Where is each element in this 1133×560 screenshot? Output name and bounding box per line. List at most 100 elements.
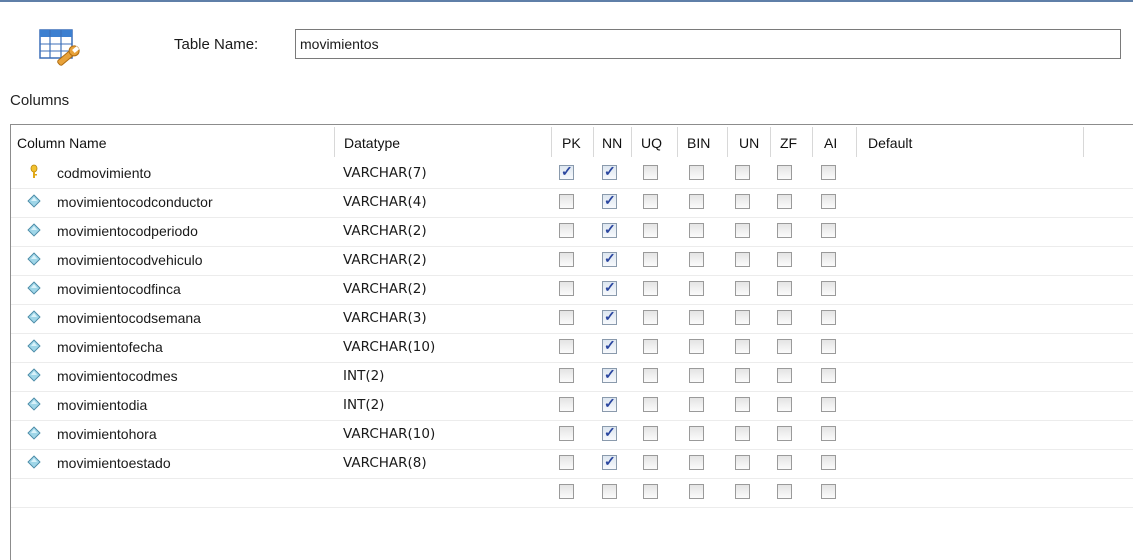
header-separator[interactable] bbox=[1083, 127, 1084, 157]
bin-checkbox[interactable] bbox=[689, 339, 704, 354]
nn-checkbox[interactable]: ✓ bbox=[602, 453, 617, 470]
ai-checkbox[interactable] bbox=[821, 426, 836, 441]
zf-checkbox[interactable] bbox=[777, 194, 792, 209]
datatype-cell[interactable]: VARCHAR(3) bbox=[343, 310, 427, 326]
header-pk[interactable]: PK bbox=[562, 135, 581, 151]
header-nn[interactable]: NN bbox=[602, 135, 622, 151]
uq-checkbox[interactable] bbox=[643, 484, 658, 499]
un-checkbox[interactable] bbox=[735, 165, 750, 180]
table-row[interactable]: movimientocodconductor VARCHAR(4) ✓ bbox=[11, 188, 1133, 218]
ai-checkbox[interactable] bbox=[821, 368, 836, 383]
datatype-cell[interactable]: VARCHAR(2) bbox=[343, 281, 427, 297]
ai-checkbox[interactable] bbox=[821, 281, 836, 296]
ai-checkbox[interactable] bbox=[821, 223, 836, 238]
header-default[interactable]: Default bbox=[868, 135, 912, 151]
un-checkbox[interactable] bbox=[735, 368, 750, 383]
header-datatype[interactable]: Datatype bbox=[344, 135, 400, 151]
un-checkbox[interactable] bbox=[735, 455, 750, 470]
uq-checkbox[interactable] bbox=[643, 426, 658, 441]
pk-checkbox[interactable] bbox=[559, 397, 574, 412]
table-row[interactable]: movimientoestado VARCHAR(8) ✓ bbox=[11, 449, 1133, 479]
nn-checkbox[interactable]: ✓ bbox=[602, 366, 617, 383]
column-name-cell[interactable]: movimientofecha bbox=[57, 339, 163, 355]
column-name-cell[interactable]: movimientocodvehiculo bbox=[57, 252, 203, 268]
pk-checkbox[interactable] bbox=[559, 194, 574, 209]
nn-checkbox[interactable]: ✓ bbox=[602, 395, 617, 412]
bin-checkbox[interactable] bbox=[689, 397, 704, 412]
un-checkbox[interactable] bbox=[735, 310, 750, 325]
un-checkbox[interactable] bbox=[735, 397, 750, 412]
header-separator[interactable] bbox=[334, 127, 335, 157]
column-name-cell[interactable]: movimientocodconductor bbox=[57, 194, 213, 210]
bin-checkbox[interactable] bbox=[689, 310, 704, 325]
pk-checkbox[interactable] bbox=[559, 368, 574, 383]
un-checkbox[interactable] bbox=[735, 281, 750, 296]
bin-checkbox[interactable] bbox=[689, 165, 704, 180]
bin-checkbox[interactable] bbox=[689, 426, 704, 441]
bin-checkbox[interactable] bbox=[689, 194, 704, 209]
datatype-cell[interactable]: VARCHAR(7) bbox=[343, 165, 427, 181]
datatype-cell[interactable]: VARCHAR(2) bbox=[343, 223, 427, 239]
uq-checkbox[interactable] bbox=[643, 252, 658, 267]
zf-checkbox[interactable] bbox=[777, 310, 792, 325]
pk-checkbox[interactable] bbox=[559, 310, 574, 325]
pk-checkbox[interactable] bbox=[559, 339, 574, 354]
datatype-cell[interactable]: VARCHAR(10) bbox=[343, 339, 435, 355]
zf-checkbox[interactable] bbox=[777, 339, 792, 354]
header-zf[interactable]: ZF bbox=[780, 135, 797, 151]
bin-checkbox[interactable] bbox=[689, 484, 704, 499]
zf-checkbox[interactable] bbox=[777, 484, 792, 499]
datatype-cell[interactable]: VARCHAR(8) bbox=[343, 455, 427, 471]
uq-checkbox[interactable] bbox=[643, 339, 658, 354]
pk-checkbox[interactable] bbox=[559, 223, 574, 238]
bin-checkbox[interactable] bbox=[689, 223, 704, 238]
bin-checkbox[interactable] bbox=[689, 252, 704, 267]
uq-checkbox[interactable] bbox=[643, 455, 658, 470]
pk-checkbox[interactable] bbox=[559, 426, 574, 441]
uq-checkbox[interactable] bbox=[643, 368, 658, 383]
datatype-cell[interactable]: INT(2) bbox=[343, 368, 384, 384]
header-separator[interactable] bbox=[551, 127, 552, 157]
ai-checkbox[interactable] bbox=[821, 339, 836, 354]
ai-checkbox[interactable] bbox=[821, 252, 836, 267]
header-uq[interactable]: UQ bbox=[641, 135, 662, 151]
bin-checkbox[interactable] bbox=[689, 455, 704, 470]
nn-checkbox[interactable]: ✓ bbox=[602, 308, 617, 325]
un-checkbox[interactable] bbox=[735, 252, 750, 267]
table-row[interactable]: movimientocodfinca VARCHAR(2) ✓ bbox=[11, 275, 1133, 305]
columns-grid[interactable]: Column Name Datatype PK NN UQ BIN UN ZF AI Defaul… bbox=[10, 124, 1133, 560]
table-row[interactable]: movimientofecha VARCHAR(10) ✓ bbox=[11, 333, 1133, 363]
un-checkbox[interactable] bbox=[735, 484, 750, 499]
nn-checkbox[interactable]: ✓ bbox=[602, 192, 617, 209]
uq-checkbox[interactable] bbox=[643, 397, 658, 412]
datatype-cell[interactable]: VARCHAR(4) bbox=[343, 194, 427, 210]
header-ai[interactable]: AI bbox=[824, 135, 837, 151]
ai-checkbox[interactable] bbox=[821, 165, 836, 180]
header-separator[interactable] bbox=[593, 127, 594, 157]
bin-checkbox[interactable] bbox=[689, 281, 704, 296]
nn-checkbox[interactable]: ✓ bbox=[602, 250, 617, 267]
un-checkbox[interactable] bbox=[735, 339, 750, 354]
zf-checkbox[interactable] bbox=[777, 426, 792, 441]
header-separator[interactable] bbox=[856, 127, 857, 157]
header-separator[interactable] bbox=[677, 127, 678, 157]
table-row[interactable]: movimientocodperiodo VARCHAR(2) ✓ bbox=[11, 217, 1133, 247]
header-separator[interactable] bbox=[770, 127, 771, 157]
column-name-cell[interactable]: movimientohora bbox=[57, 426, 157, 442]
un-checkbox[interactable] bbox=[735, 223, 750, 238]
pk-checkbox[interactable] bbox=[559, 455, 574, 470]
nn-checkbox[interactable]: ✓ bbox=[602, 337, 617, 354]
column-name-cell[interactable]: movimientocodperiodo bbox=[57, 223, 198, 239]
datatype-cell[interactable]: VARCHAR(2) bbox=[343, 252, 427, 268]
zf-checkbox[interactable] bbox=[777, 281, 792, 296]
uq-checkbox[interactable] bbox=[643, 223, 658, 238]
un-checkbox[interactable] bbox=[735, 426, 750, 441]
nn-checkbox[interactable]: ✓ bbox=[602, 163, 617, 180]
ai-checkbox[interactable] bbox=[821, 194, 836, 209]
column-name-cell[interactable]: movimientodia bbox=[57, 397, 147, 413]
column-name-cell[interactable]: codmovimiento bbox=[57, 165, 151, 181]
table-name-input[interactable]: movimientos bbox=[295, 29, 1121, 59]
table-row[interactable]: movimientohora VARCHAR(10) ✓ bbox=[11, 420, 1133, 450]
table-row[interactable] bbox=[11, 478, 1133, 508]
header-separator[interactable] bbox=[727, 127, 728, 157]
